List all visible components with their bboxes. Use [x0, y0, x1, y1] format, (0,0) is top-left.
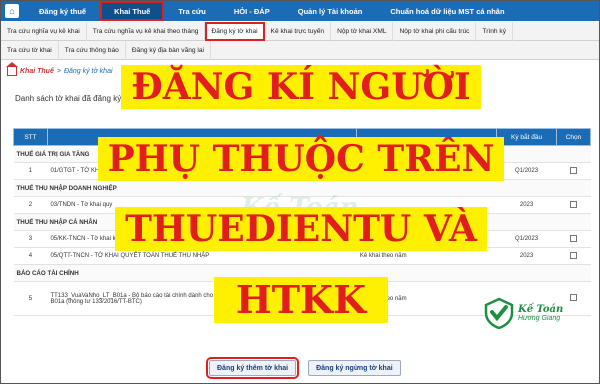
- topnav-item[interactable]: HỎI - ĐÁP: [220, 1, 284, 21]
- topnav-item[interactable]: Tra cứu: [164, 1, 220, 21]
- row-select-cell: [556, 230, 591, 248]
- group-title: BÁO CÁO TÀI CHÍNH: [13, 264, 591, 282]
- row-select-cell: [556, 196, 591, 214]
- subnav-item[interactable]: Nộp tờ khai phi cấu trúc: [393, 21, 477, 41]
- select-checkbox[interactable]: [570, 200, 577, 208]
- subnav-item[interactable]: Nộp tờ khai XML: [331, 21, 394, 41]
- screenshot-frame: ⌂ Đăng ký thuế Khai Thuế Tra cứu HỎI - ĐÁP Q…: [0, 0, 600, 384]
- select-checkbox[interactable]: [570, 166, 577, 174]
- row-start-period: 2023: [496, 196, 557, 214]
- topnav-item[interactable]: Đăng ký thuế: [25, 1, 100, 21]
- row-select-cell: [556, 162, 591, 180]
- subnav-item[interactable]: Tra cứu nghĩa vụ kê khai: [1, 21, 87, 41]
- subnav-item[interactable]: Kê khai trực tuyến: [265, 21, 332, 41]
- register-add-form-button[interactable]: Đăng ký thêm tờ khai: [205, 357, 300, 379]
- subnav-item[interactable]: Tra cứu tờ khai: [1, 40, 59, 60]
- row-start-period: Q1/2023: [496, 230, 557, 248]
- table-header-cell: STT: [13, 128, 48, 146]
- overlay-text: ĐĂNG KÍ NGƯỜI: [121, 65, 481, 109]
- logo-line-2: Hương Giang: [518, 315, 561, 322]
- table-header-cell: [46, 128, 358, 146]
- action-buttons: Đăng ký thêm tờ khai Đăng ký ngừng tờ kh…: [205, 357, 401, 379]
- subnav-item[interactable]: Đăng ký tờ khai: [205, 21, 265, 41]
- row-period-type: [356, 196, 497, 214]
- group-row: BÁO CÁO TÀI CHÍNH: [13, 264, 591, 282]
- row-period-type: Kê khai theo năm: [356, 247, 497, 265]
- breadcrumb: Khai Thuế > Đăng ký tờ khai: [6, 62, 113, 76]
- home-icon[interactable]: [6, 62, 18, 76]
- table-header-cell: Kỳ bắt đầu: [496, 128, 558, 146]
- row-start-period: Q1/2023: [496, 162, 557, 180]
- subnav-item[interactable]: Đăng ký địa bàn vãng lai: [126, 40, 212, 60]
- row-form-name: TT133_VuaVaNho_LT_B01a - Bộ báo cáo tài …: [47, 281, 357, 316]
- list-title: Danh sách tờ khai đã đăng ký: [15, 94, 122, 103]
- table-row: 1 01/GTGT - TỜ KHAI Q1/2023: [13, 162, 591, 180]
- row-form-name: 05/QTT-TNCN - TỜ KHAI QUYẾT TOÁN THUẾ TH…: [47, 247, 357, 265]
- group-title: THUẾ GIÁ TRỊ GIA TĂNG: [13, 145, 591, 163]
- breadcrumb-current: Đăng ký tờ khai: [63, 68, 113, 75]
- table-header-cell: [356, 128, 498, 146]
- row-select-cell: [556, 247, 591, 265]
- topnav-item[interactable]: Khai Thuế: [100, 1, 165, 21]
- row-start-period: 2023: [496, 247, 557, 265]
- subnav-row-1: Tra cứu nghĩa vụ kê khai Tra cứu nghĩa vụ…: [1, 21, 599, 41]
- topnav-item[interactable]: Chuẩn hoá dữ liệu MST cá nhân: [376, 1, 518, 21]
- row-stt: 1: [13, 162, 48, 180]
- row-stt: 4: [13, 247, 48, 265]
- topnav-item[interactable]: Quản lý Tài khoản: [284, 1, 377, 21]
- subnav-item[interactable]: Tra cứu thông báo: [59, 40, 126, 60]
- row-period-type: [356, 162, 497, 180]
- subnav-item[interactable]: Trình ký: [476, 21, 513, 41]
- register-stop-form-button[interactable]: Đăng ký ngừng tờ khai: [308, 360, 401, 376]
- subnav-row-2: Tra cứu tờ khai Tra cứu thông báo Đăng ký …: [1, 40, 599, 60]
- watermark-text: Kế Toán: [241, 193, 359, 223]
- row-stt: 5: [13, 281, 48, 316]
- group-row: THUẾ GIÁ TRỊ GIA TĂNG: [13, 145, 591, 163]
- select-checkbox[interactable]: [570, 234, 577, 242]
- row-stt: 3: [13, 230, 48, 248]
- top-nav: ⌂ Đăng ký thuế Khai Thuế Tra cứu HỎI - ĐÁP Q…: [1, 1, 599, 21]
- row-period-type: Kê khai theo quý: [356, 230, 497, 248]
- select-checkbox[interactable]: [570, 294, 577, 301]
- home-icon[interactable]: ⌂: [5, 4, 19, 18]
- table-row: 4 05/QTT-TNCN - TỜ KHAI QUYẾT TOÁN THUẾ T…: [13, 247, 591, 265]
- breadcrumb-root[interactable]: Khai Thuế: [20, 68, 54, 75]
- watermark-subtext: Hương Giang: [253, 229, 374, 250]
- table-header-cell: Chọn: [556, 128, 591, 146]
- logo-line-1: Kế Toán: [518, 304, 564, 315]
- shield-logo-icon: [484, 297, 514, 329]
- row-period-type: Kê khai theo năm: [356, 281, 497, 316]
- row-stt: 2: [13, 196, 48, 214]
- breadcrumb-separator: >: [56, 68, 61, 75]
- row-form-name: 01/GTGT - TỜ KHAI: [47, 162, 357, 180]
- select-checkbox[interactable]: [570, 251, 577, 259]
- subnav-item[interactable]: Tra cứu nghĩa vụ kê khai theo tháng: [87, 21, 206, 41]
- brand-logo: Kế Toán Hương Giang: [483, 297, 563, 329]
